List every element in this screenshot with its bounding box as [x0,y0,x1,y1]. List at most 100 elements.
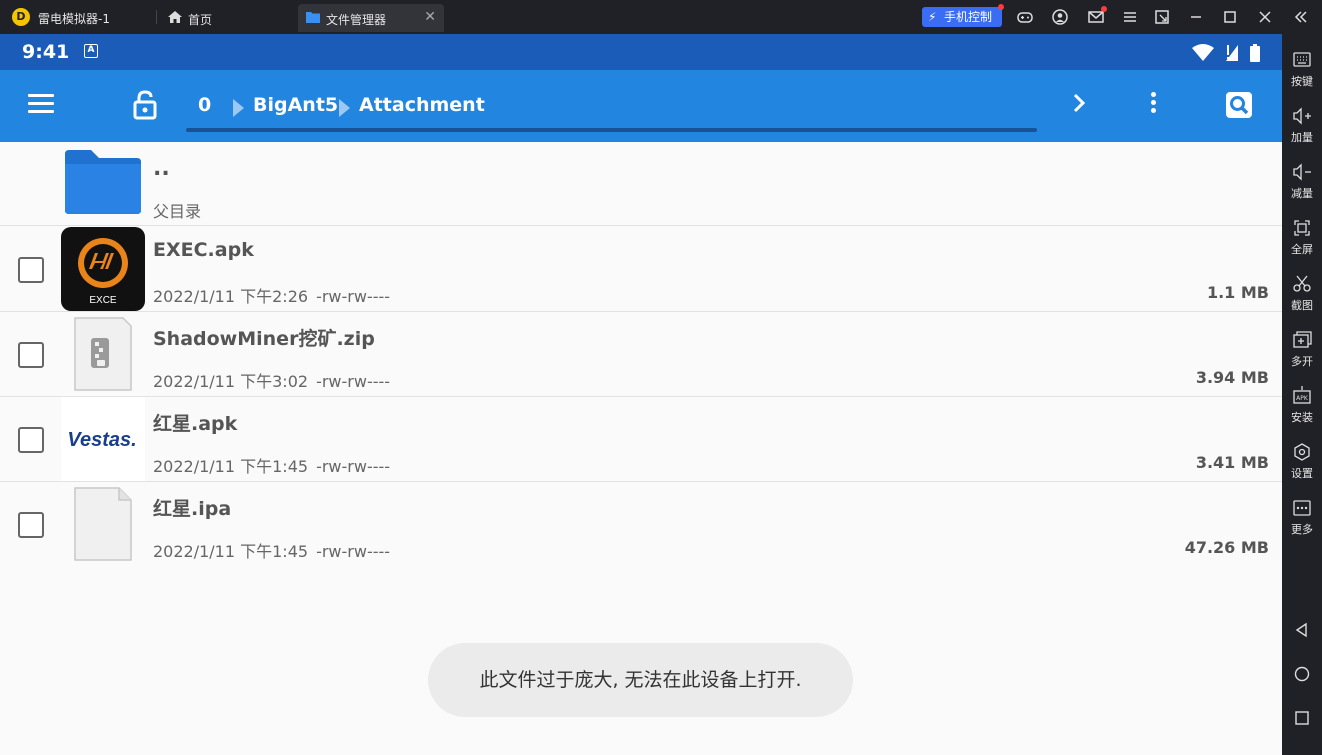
sidebar-item-volume-down[interactable]: 减量 [1282,154,1322,206]
sidebar-item-volume-up[interactable]: 加量 [1282,98,1322,150]
a-badge-icon: A [84,44,98,58]
hamburger-icon [28,94,54,97]
forward-button[interactable] [1072,92,1086,120]
file-size: 3.94 MB [1195,368,1269,387]
tab-separator [156,10,157,24]
sidebar-item-settings[interactable]: 设置 [1282,434,1322,486]
sidebar-item-label: 安装 [1291,411,1313,424]
more-icon [1293,500,1311,516]
close-tab-icon[interactable]: ✕ [424,9,436,25]
tab-file-manager-label: 文件管理器 [326,13,387,27]
sidebar-item-label: 多开 [1291,355,1313,368]
exec-app-icon: EXCE [61,227,145,311]
file-date: 2022/1/11 下午1:45 [153,457,309,476]
list-item-parent-directory[interactable]: .. 父目录 [0,142,1282,226]
search-button[interactable] [1226,92,1252,118]
toast-message: 此文件过于庞大, 无法在此设备上打开. [428,643,853,717]
user-icon[interactable] [1051,8,1069,26]
notification-dot [1101,6,1107,12]
emulator-window: D 雷电模拟器-1 首页 文件管理器 ✕ ⚡ 手机控制 9:41 A 0 Big… [0,0,1322,755]
list-item[interactable]: Vestas. 红星.apk 2022/1/11 下午1:45 -rw-rw---… [0,397,1282,482]
sidebar-item-more[interactable]: 更多 [1282,490,1322,542]
tab-home-label: 首页 [188,13,213,27]
sidebar-item-install[interactable]: APK 安装 [1282,378,1322,430]
battery-icon [1250,43,1260,62]
sidebar-item-label: 按键 [1291,75,1313,88]
sidebar-item-label: 全屏 [1291,243,1313,256]
list-item[interactable]: 红星.ipa 2022/1/11 下午1:45 -rw-rw---- 47.26 … [0,482,1282,567]
menu-icon[interactable] [1121,8,1139,26]
file-meta: 2022/1/11 下午2:26 -rw-rw---- [153,283,390,307]
unlock-icon [133,90,157,120]
sidebar-item-multi-open[interactable]: 多开 [1282,322,1322,374]
wifi-icon [1191,43,1214,61]
unlock-button[interactable] [132,90,158,120]
apk-install-icon: APK [1293,386,1311,404]
file-name: EXEC.apk [153,239,254,261]
file-meta: 2022/1/11 下午3:02 -rw-rw---- [153,368,390,392]
search-icon [1230,96,1249,115]
parent-directory-label: 父目录 [153,202,202,221]
home-circle-icon[interactable] [1294,666,1310,682]
status-time: 9:41 [22,41,70,63]
app-toolbar: 0 BigAnt5 Attachment [0,70,1282,142]
row-checkbox[interactable] [18,427,44,453]
parent-directory-name: .. [153,156,170,181]
row-checkbox[interactable] [18,512,44,538]
multi-open-icon [1293,331,1312,348]
overflow-menu-button[interactable] [1151,92,1159,118]
sidebar-item-label: 设置 [1291,467,1313,480]
mail-icon[interactable] [1087,6,1107,26]
tab-file-manager[interactable]: 文件管理器 ✕ [298,4,444,32]
more-dot [1151,100,1156,105]
emulator-logo-icon: D [12,8,30,26]
breadcrumb-item-attachment[interactable]: Attachment [359,94,485,116]
file-permissions: -rw-rw---- [316,457,391,476]
file-size: 47.26 MB [1184,538,1269,557]
list-item[interactable]: EXCE EXEC.apk 2022/1/11 下午2:26 -rw-rw----… [0,227,1282,312]
gamepad-icon[interactable] [1016,8,1034,26]
minimize-icon[interactable] [1187,8,1205,26]
sidebar-item-keymap[interactable]: 按键 [1282,42,1322,94]
android-status-bar: 9:41 A [0,34,1282,70]
notification-dot [998,4,1004,10]
popout-icon[interactable] [1153,8,1171,26]
sidebar-item-fullscreen[interactable]: 全屏 [1282,210,1322,262]
tab-home[interactable]: 首页 [160,4,294,32]
sidebar-item-label: 减量 [1291,187,1313,200]
file-permissions: -rw-rw---- [316,372,391,391]
row-checkbox[interactable] [18,257,44,283]
android-screen: 9:41 A 0 BigAnt5 Attachment .. 父目录 EXCE … [0,34,1282,755]
no-sim-icon [1225,44,1238,61]
vestas-app-icon-text: Vestas. [67,429,136,451]
hamburger-line [28,102,54,105]
breadcrumb-chevron-icon [233,99,244,117]
phone-control-button[interactable]: ⚡ 手机控制 [922,4,1004,27]
file-date: 2022/1/11 下午3:02 [153,372,309,391]
volume-down-icon [1293,163,1311,181]
home-icon [168,11,182,23]
breadcrumb-item-root[interactable]: 0 [198,94,211,116]
emulator-title: 雷电模拟器-1 [38,12,110,26]
sidebar-item-screenshot[interactable]: 截图 [1282,266,1322,318]
hamburger-line [28,110,54,113]
fullscreen-icon [1294,220,1310,236]
exec-app-icon-text: EXCE [89,295,117,306]
breadcrumb-scrollbar[interactable] [186,128,1037,132]
recents-icon[interactable] [1294,710,1310,726]
folder-icon [306,12,320,23]
more-dot [1151,108,1156,113]
file-meta: 2022/1/11 下午1:45 -rw-rw---- [153,538,390,562]
close-icon[interactable] [1256,8,1274,26]
row-checkbox[interactable] [18,342,44,368]
breadcrumb-item-bigant5[interactable]: BigAnt5 [253,94,338,116]
status-icons [1191,42,1260,62]
folder-icon [65,150,141,214]
hamburger-menu-button[interactable] [28,94,56,116]
maximize-icon[interactable] [1221,8,1239,26]
file-permissions: -rw-rw---- [316,287,391,306]
back-icon[interactable] [1294,622,1310,638]
collapse-icon[interactable] [1292,8,1310,26]
list-item[interactable]: ShadowMiner挖矿.zip 2022/1/11 下午3:02 -rw-rw… [0,312,1282,397]
generic-file-icon [74,487,132,561]
